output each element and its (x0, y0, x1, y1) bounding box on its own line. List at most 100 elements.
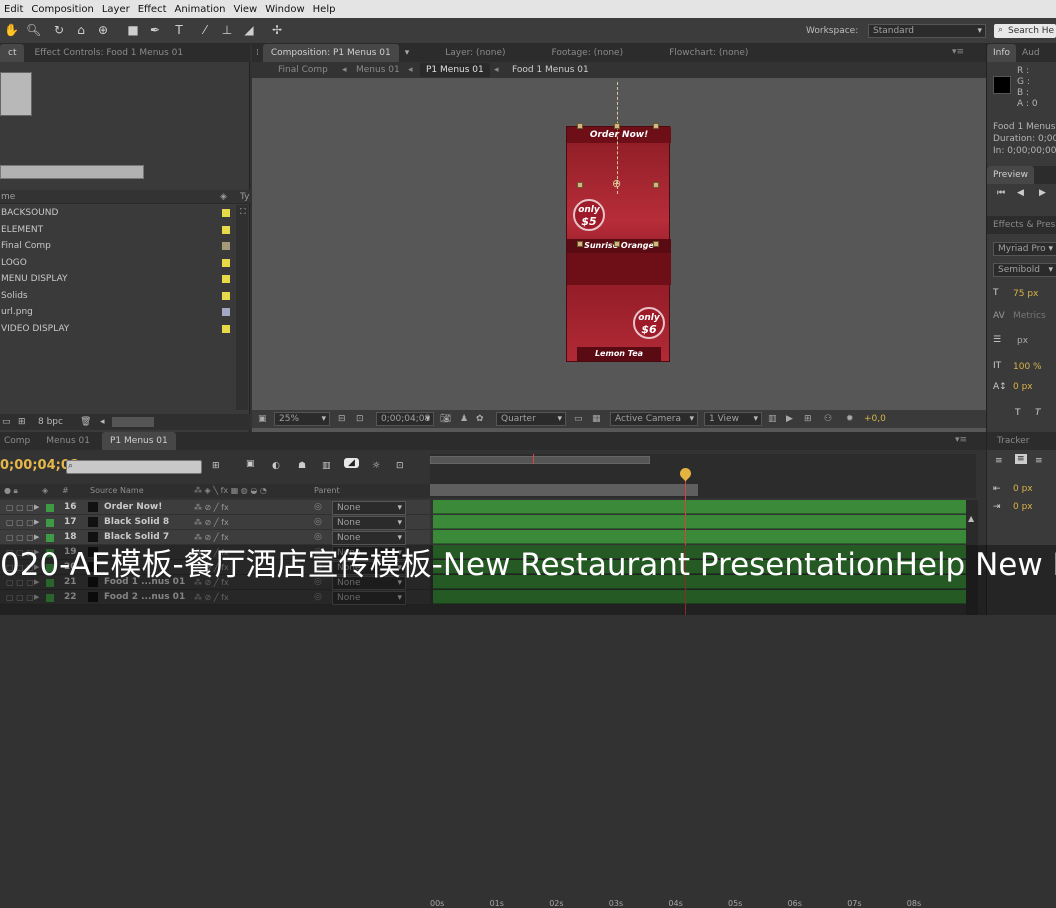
project-item[interactable]: VIDEO DISPLAY (0, 321, 232, 337)
layer-label-color[interactable] (46, 534, 54, 542)
layer-duration-bar[interactable] (433, 515, 966, 529)
project-item[interactable]: Solids (0, 288, 232, 304)
layer-switches[interactable]: ⁂ ⊘ ╱ fx (194, 500, 229, 515)
column-type[interactable]: Ty (240, 190, 249, 204)
rotate-icon[interactable]: ↻ (52, 23, 66, 37)
transform-handle[interactable] (577, 123, 583, 129)
breadcrumb-p1-menus-01[interactable]: P1 Menus 01 (420, 63, 490, 77)
exposure-icon[interactable]: ✹ (846, 410, 854, 428)
parent-select[interactable]: None (332, 516, 406, 530)
label-color-swatch[interactable] (222, 225, 230, 234)
layer-name[interactable]: Black Solid 8 (104, 515, 169, 530)
preview-toggle-icon[interactable]: ▣ (258, 410, 267, 428)
roi-icon[interactable]: ▭ (574, 410, 583, 428)
layer-name[interactable]: Order Now! (104, 500, 162, 515)
layer-row[interactable]: ▢ ▢ ▢ ▶ 16 Order Now! ⁂ ⊘ ╱ fx ◎ None (0, 500, 430, 515)
parent-pickwhip-icon[interactable]: ◎ (314, 515, 322, 530)
label-color-swatch[interactable] (222, 291, 230, 300)
tab-footage[interactable]: Footage: (none) (542, 44, 634, 62)
leading-unit[interactable]: px (1017, 336, 1028, 346)
layer-label-color[interactable] (46, 519, 54, 527)
parent-pickwhip-icon[interactable]: ◎ (314, 530, 322, 545)
prev-frame-icon[interactable]: ◀ (1017, 188, 1024, 198)
menu-layer[interactable]: Layer (98, 4, 134, 15)
indent-first-value[interactable]: 0 px (1013, 502, 1033, 512)
view-layout-select[interactable]: 1 View (704, 412, 762, 426)
timeline-icon[interactable]: ⊞ (804, 410, 812, 428)
camera-icon[interactable]: ⌂ (74, 23, 88, 37)
grid-icon[interactable]: ▥ (768, 410, 777, 428)
eraser-icon[interactable]: ◢ (242, 23, 256, 37)
exposure-value[interactable]: +0,0 (864, 410, 886, 428)
camera-select[interactable]: Active Camera (610, 412, 698, 426)
font-size-value[interactable]: 75 px (1013, 289, 1038, 299)
text-tool-icon[interactable]: T (172, 23, 186, 37)
layer-label-color[interactable] (46, 504, 54, 512)
label-color-swatch[interactable] (222, 308, 230, 316)
font-family-select[interactable]: Myriad Pro (993, 242, 1056, 256)
new-comp-icon[interactable]: ⊞ (18, 414, 26, 430)
comp-dropdown-icon[interactable]: ▾ (405, 48, 410, 58)
snapshot-icon[interactable]: 📷︎ (440, 410, 451, 428)
scroll-left-icon[interactable]: ◂ (100, 414, 105, 430)
layer-duration-bar[interactable] (433, 530, 966, 544)
safe-zones-icon[interactable]: ⊟ (338, 410, 346, 428)
scroll-up-icon[interactable]: ▲ (968, 514, 974, 523)
italic-text-icon[interactable]: T (1035, 408, 1041, 418)
zoom-select[interactable]: 25% (274, 412, 330, 426)
tab-tracker[interactable]: Tracker (987, 432, 1039, 450)
first-frame-icon[interactable]: ⏮ (997, 188, 1005, 198)
menu-composition[interactable]: Composition (27, 4, 97, 15)
parent-select[interactable]: None (332, 501, 406, 515)
tab-preview[interactable]: Preview (987, 166, 1035, 184)
align-left-icon[interactable]: ≡ (995, 456, 1003, 466)
tab-layer[interactable]: Layer: (none) (435, 44, 515, 62)
search-help-input[interactable]: Search He (994, 24, 1056, 38)
menu-window[interactable]: Window (261, 4, 308, 15)
align-right-icon[interactable]: ≡ (1035, 456, 1043, 466)
project-item[interactable]: LOGO (0, 255, 232, 271)
column-name[interactable]: me (0, 192, 15, 202)
hand-icon[interactable]: ✋ (4, 23, 19, 37)
folder-icon[interactable]: ▭ (2, 414, 11, 430)
layer-row[interactable]: ▢ ▢ ▢ ▶ 17 Black Solid 8 ⁂ ⊘ ╱ fx ◎ None (0, 515, 430, 530)
transform-handle[interactable] (577, 182, 583, 188)
timeline-panel-menu-icon[interactable]: ▾≡ (955, 435, 967, 445)
layer-duration-bar[interactable] (433, 500, 966, 514)
transform-handle[interactable] (653, 182, 659, 188)
panel-menu-icon[interactable]: ▾≡ (952, 47, 964, 57)
label-color-swatch[interactable] (222, 258, 230, 267)
expand-arrow-icon[interactable]: ▶ (34, 500, 39, 515)
region-icon[interactable]: ⊡ (356, 410, 364, 428)
tab-info[interactable]: Info (987, 44, 1017, 62)
transform-handle[interactable] (577, 241, 583, 247)
transform-handle[interactable] (614, 123, 620, 129)
expand-arrow-icon[interactable]: ▶ (34, 530, 39, 545)
layer-row[interactable]: ▢ ▢ ▢ ▶ 18 Black Solid 7 ⁂ ⊘ ╱ fx ◎ None (0, 530, 430, 545)
transparency-grid-icon[interactable]: ▦ (592, 410, 601, 428)
project-item[interactable]: MENU DISPLAY (0, 271, 232, 287)
layer-switch-icons[interactable]: ▢ ▢ ▢ (6, 500, 34, 515)
comp-timecode[interactable]: 0;00;04;08 (376, 412, 434, 426)
project-scrollbar[interactable] (236, 205, 248, 410)
tab-flowchart[interactable]: Flowchart: (none) (659, 44, 758, 62)
resolution-select[interactable]: Quarter (496, 412, 566, 426)
label-color-swatch[interactable] (222, 209, 230, 217)
tab-effects-presets[interactable]: Effects & Pres (987, 216, 1056, 234)
show-snapshot-icon[interactable]: ♟ (460, 410, 468, 428)
channel-icon[interactable]: ✿ (476, 410, 484, 428)
puppet-icon[interactable]: ✢ (270, 23, 284, 37)
label-color-swatch[interactable] (222, 242, 230, 250)
menu-help[interactable]: Help (309, 4, 340, 15)
expand-arrow-icon[interactable]: ▶ (34, 515, 39, 530)
vertical-scale-value[interactable]: 100 % (1013, 362, 1042, 372)
work-area-range[interactable] (430, 484, 698, 496)
tab-effect-controls[interactable]: Effect Controls: Food 1 Menus 01 (24, 44, 193, 62)
font-style-select[interactable]: Semibold (993, 263, 1056, 277)
parent-pickwhip-icon[interactable]: ◎ (314, 500, 322, 515)
project-search-input[interactable] (0, 165, 144, 179)
rectangle-icon[interactable]: ■ (126, 23, 140, 37)
menu-effect[interactable]: Effect (134, 4, 171, 15)
menu-edit[interactable]: Edit (0, 4, 27, 15)
project-item[interactable]: BACKSOUND (0, 205, 232, 221)
